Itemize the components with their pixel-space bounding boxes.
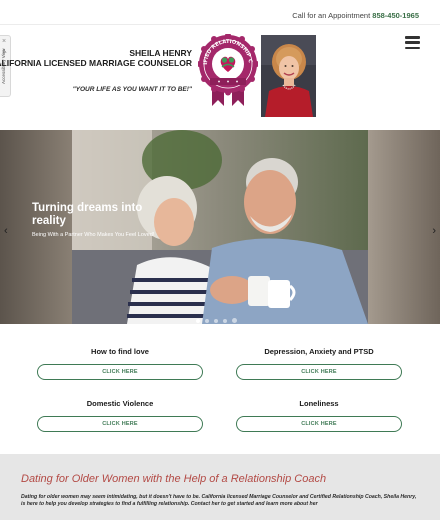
top-bar: Call for an Appointment 858-450-1965 <box>0 0 440 25</box>
hero-caption: Turning dreams into reality Being With a… <box>32 202 162 239</box>
carousel-dots <box>196 312 242 324</box>
close-icon[interactable]: × <box>2 38 6 45</box>
intro-heading: Dating for Older Women with the Help of … <box>21 473 327 485</box>
click-here-button[interactable]: CLICK HERE <box>37 416 203 432</box>
click-here-button[interactable]: CLICK HERE <box>236 416 402 432</box>
carousel-dot[interactable] <box>205 318 209 323</box>
service-title: Depression, Anxiety and PTSD <box>264 347 374 356</box>
service-card: Depression, Anxiety and PTSD CLICK HERE <box>236 347 402 380</box>
click-here-button[interactable]: CLICK HERE <box>37 364 203 380</box>
phone-link[interactable]: 858-450-1965 <box>372 11 419 20</box>
hero-heading: Turning dreams into reality <box>32 202 143 227</box>
brand-block[interactable]: SHEILA HENRY CALIFORNIA LICENSED MARRIAG… <box>0 48 192 69</box>
hamburger-menu-icon[interactable] <box>405 36 420 50</box>
service-card: How to find love CLICK HERE <box>37 347 203 380</box>
call-appointment: Call for an Appointment 858-450-1965 <box>292 11 419 20</box>
intro-body: Dating for older women may seem intimida… <box>21 494 417 507</box>
hero-carousel: Turning dreams into reality Being With a… <box>0 130 440 324</box>
counselor-portrait <box>261 35 316 117</box>
site-name: SHEILA HENRY <box>129 48 192 58</box>
service-card: Domestic Violence CLICK HERE <box>37 399 203 432</box>
next-slide-peek <box>368 130 440 324</box>
hero-subtext: Being With a Partner Who Makes You Feel … <box>32 232 155 238</box>
service-title: Domestic Violence <box>86 399 154 408</box>
carousel-dot[interactable] <box>223 318 227 323</box>
service-title: How to find love <box>91 347 149 356</box>
tagline: "YOUR LIFE AS YOU WANT IT TO BE!" <box>72 86 192 93</box>
certified-coach-seal: CERTIFIED RELATIONSHIP COACH <box>198 34 258 106</box>
carousel-dot[interactable] <box>196 318 200 323</box>
intro-section: Dating for Older Women with the Help of … <box>0 454 440 520</box>
click-here-button[interactable]: CLICK HERE <box>236 364 402 380</box>
site-title: CALIFORNIA LICENSED MARRIAGE COUNSELOR <box>0 58 192 68</box>
chevron-right-icon[interactable]: › <box>432 226 436 237</box>
service-card: Loneliness CLICK HERE <box>236 399 402 432</box>
carousel-dot[interactable] <box>214 318 218 323</box>
chevron-left-icon[interactable]: ‹ <box>4 226 8 237</box>
call-label: Call for an Appointment <box>292 11 371 20</box>
service-title: Loneliness <box>299 399 339 408</box>
